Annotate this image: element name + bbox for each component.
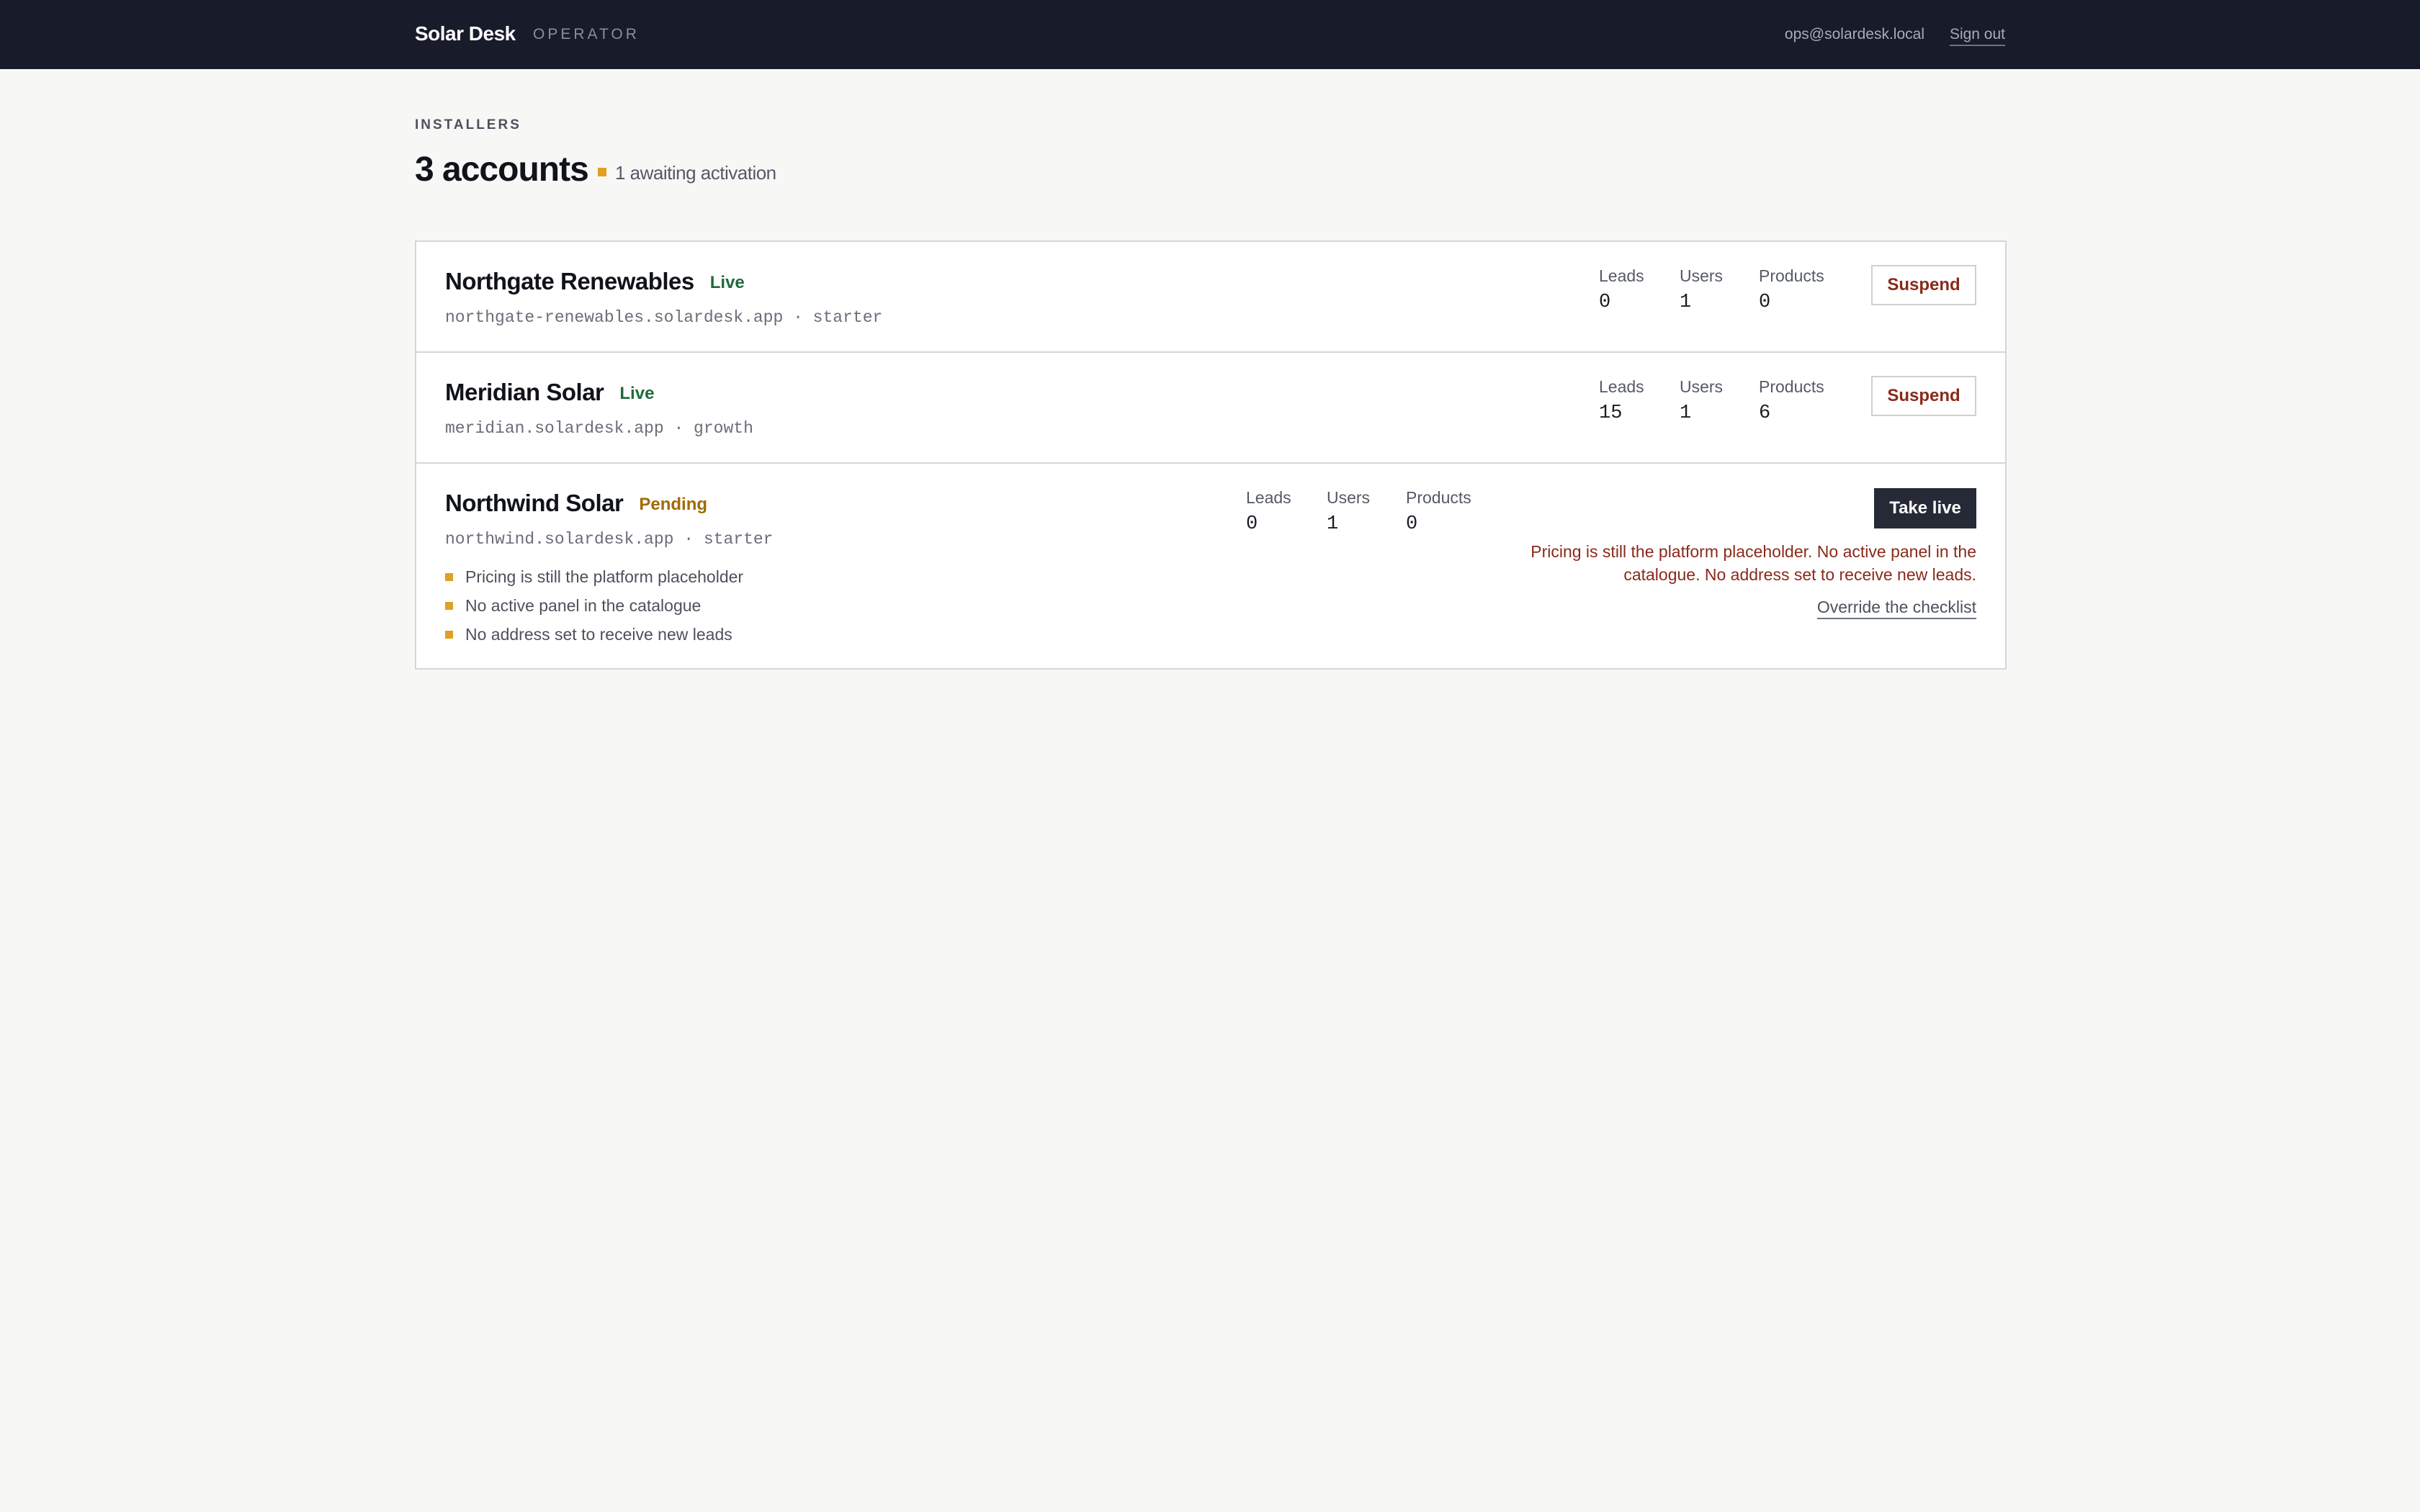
account-domain-plan: northwind.solardesk.app · starter — [445, 530, 774, 549]
pending-activation-note: 1 awaiting activation — [598, 161, 776, 184]
page-eyebrow: INSTALLERS — [415, 117, 521, 132]
stat-products: Products 6 — [1759, 376, 1860, 426]
checklist-item-text: Pricing is still the platform placeholde… — [465, 567, 744, 586]
stat-value: 0 — [1599, 292, 1611, 313]
stat-users: Users 1 — [1680, 265, 1759, 315]
take-live-button[interactable]: Take live — [1874, 488, 1976, 528]
stat-label: Users — [1327, 488, 1371, 507]
checklist-item: Pricing is still the platform placeholde… — [445, 566, 743, 588]
stat-products: Products 0 — [1759, 265, 1860, 315]
stat-label: Products — [1406, 488, 1471, 507]
checklist-item-text: No address set to receive new leads — [465, 625, 732, 644]
account-name-text: Meridian Solar — [445, 379, 604, 405]
account-stats: Leads 0 Users 1 Products 0 — [1246, 487, 1507, 537]
stat-label: Products — [1759, 266, 1824, 285]
status-badge: Pending — [639, 495, 708, 514]
account-name: Northgate Renewables Live — [445, 266, 745, 298]
account-row: Northwind Solar Pending northwind.solarde… — [416, 464, 2005, 668]
sign-out-link[interactable]: Sign out — [1949, 24, 2005, 46]
account-name: Meridian Solar Live — [445, 377, 654, 409]
account-row: Northgate Renewables Live northgate-renew… — [416, 242, 2005, 353]
accounts-list: Northgate Renewables Live northgate-renew… — [415, 240, 2007, 670]
account-name-text: Northgate Renewables — [445, 268, 694, 294]
stat-users: Users 1 — [1680, 376, 1759, 426]
stat-label: Leads — [1599, 266, 1644, 285]
account-stats: Leads 0 Users 1 Products 0 — [1599, 265, 1860, 315]
stat-value: 15 — [1599, 402, 1623, 424]
status-badge: Live — [619, 384, 655, 403]
suspend-button[interactable]: Suspend — [1871, 265, 1976, 305]
stat-label: Leads — [1246, 488, 1291, 507]
stat-label: Users — [1680, 266, 1724, 285]
suspend-button[interactable]: Suspend — [1871, 376, 1976, 416]
page-title: 3 accounts — [415, 150, 589, 189]
stat-label: Users — [1680, 377, 1724, 396]
stat-value: 0 — [1246, 513, 1258, 535]
brand-logo[interactable]: Solar Desk — [415, 22, 516, 46]
stat-leads: Leads 0 — [1599, 265, 1680, 315]
stat-products: Products 0 — [1406, 487, 1507, 537]
pending-note-text: 1 awaiting activation — [615, 162, 776, 184]
pending-square-icon — [598, 168, 606, 176]
account-name: Northwind Solar Pending — [445, 488, 707, 520]
account-name-text: Northwind Solar — [445, 490, 624, 516]
warning-square-icon — [445, 572, 453, 581]
stat-label: Leads — [1599, 377, 1644, 396]
checklist-item: No active panel in the catalogue — [445, 595, 743, 616]
stat-value: 0 — [1406, 513, 1418, 535]
stat-users: Users 1 — [1327, 487, 1406, 537]
user-email: ops@solardesk.local — [1784, 26, 1924, 42]
stat-leads: Leads 15 — [1599, 376, 1680, 426]
stat-label: Products — [1759, 377, 1824, 396]
warning-square-icon — [445, 601, 453, 610]
account-row: Meridian Solar Live meridian.solardesk.ap… — [416, 353, 2005, 464]
account-domain-plan: northgate-renewables.solardesk.app · sta… — [445, 308, 883, 327]
activation-warning: Pricing is still the platform placeholde… — [1531, 542, 1976, 584]
section-label: OPERATOR — [533, 26, 640, 42]
stat-value: 0 — [1759, 292, 1771, 313]
stat-leads: Leads 0 — [1246, 487, 1327, 537]
activation-checklist: Pricing is still the platform placeholde… — [445, 566, 743, 652]
override-checklist-link[interactable]: Override the checklist — [1816, 596, 1976, 619]
stat-value: 1 — [1680, 402, 1692, 424]
account-stats: Leads 15 Users 1 Products 6 — [1599, 376, 1860, 426]
checklist-item: No address set to receive new leads — [445, 624, 743, 645]
warning-square-icon — [445, 630, 453, 639]
stat-value: 6 — [1759, 402, 1771, 424]
top-navigation-bar: Solar Desk OPERATOR ops@solardesk.local … — [0, 0, 2420, 69]
stat-value: 1 — [1680, 292, 1692, 313]
checklist-item-text: No active panel in the catalogue — [465, 596, 702, 615]
account-domain-plan: meridian.solardesk.app · growth — [445, 419, 753, 438]
status-badge: Live — [709, 273, 745, 292]
stat-value: 1 — [1327, 513, 1339, 535]
